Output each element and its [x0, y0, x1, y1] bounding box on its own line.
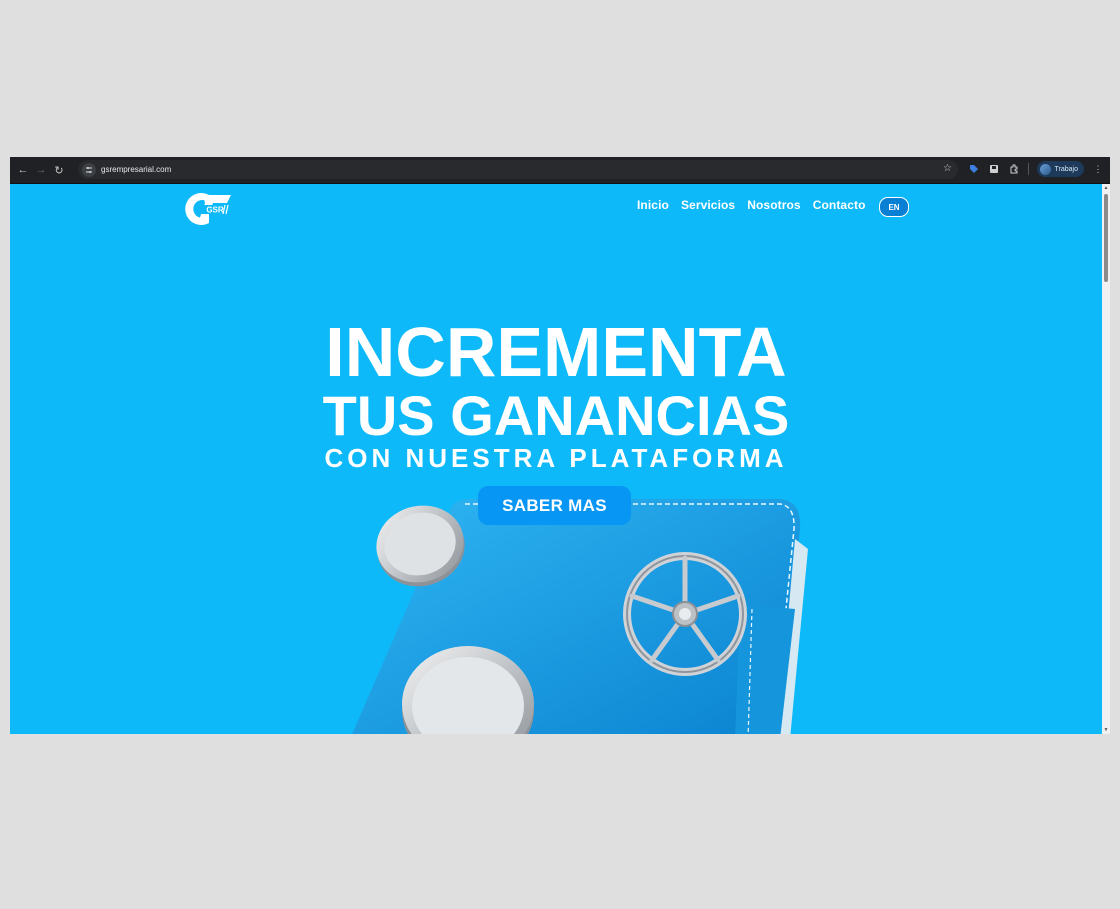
toolbar-right: Trabajo ⋮: [968, 161, 1104, 177]
main-nav: Inicio Servicios Nosotros Contacto: [637, 198, 866, 212]
saber-mas-button[interactable]: SABER MAS: [478, 486, 631, 525]
extension-tag-icon[interactable]: [968, 163, 980, 175]
wallet-illustration: [352, 499, 808, 734]
site-info-button[interactable]: [82, 162, 96, 177]
back-button[interactable]: ←: [14, 161, 32, 179]
scroll-up-icon[interactable]: ▲: [1103, 185, 1109, 191]
reload-icon: ↻: [54, 164, 64, 177]
page-scrollbar[interactable]: ▲ ▼: [1102, 184, 1110, 734]
avatar: [1039, 163, 1051, 175]
scrollbar-thumb[interactable]: [1104, 194, 1108, 282]
nav-link-nosotros[interactable]: Nosotros: [747, 198, 800, 212]
profile-button[interactable]: Trabajo: [1036, 161, 1084, 177]
logo-text: GSR: [206, 206, 224, 215]
scroll-down-icon[interactable]: ▼: [1103, 727, 1109, 733]
nav-link-contacto[interactable]: Contacto: [813, 198, 866, 212]
page-viewport: GSR Inicio Servicios Nosotros Contacto E…: [10, 184, 1102, 734]
arrow-left-icon: ←: [17, 164, 29, 176]
profile-label: Trabajo: [1054, 165, 1078, 173]
reload-button[interactable]: ↻: [50, 161, 68, 179]
toolbar-divider: [1027, 163, 1029, 175]
more-vert-icon[interactable]: ⋮: [1092, 163, 1104, 175]
arrow-right-icon: →: [35, 164, 47, 176]
language-button[interactable]: EN: [879, 197, 909, 217]
nav-link-servicios[interactable]: Servicios: [681, 198, 735, 212]
gsr-logo[interactable]: GSR: [183, 191, 233, 227]
hero-headline-line2: TUS GANANCIAS: [322, 384, 790, 447]
forward-button[interactable]: →: [32, 161, 50, 179]
extension-save-icon[interactable]: [988, 163, 1000, 175]
browser-window: ← → ↻ gsrempresarial.com ☆ Trabajo ⋮ GSR…: [10, 157, 1110, 734]
language-label: EN: [888, 202, 900, 212]
address-bar[interactable]: gsrempresarial.com ☆: [78, 160, 958, 179]
tune-icon: [86, 166, 92, 173]
extensions-puzzle-icon[interactable]: [1008, 163, 1020, 175]
star-icon[interactable]: ☆: [943, 163, 952, 174]
nav-link-inicio[interactable]: Inicio: [637, 198, 669, 212]
browser-toolbar: ← → ↻ gsrempresarial.com ☆ Trabajo ⋮: [10, 157, 1110, 184]
hero-subheadline: CON NUESTRA PLATAFORMA: [324, 443, 788, 473]
url-text[interactable]: gsrempresarial.com: [101, 165, 171, 174]
hero-headline-line1: INCREMENTA: [325, 313, 787, 391]
